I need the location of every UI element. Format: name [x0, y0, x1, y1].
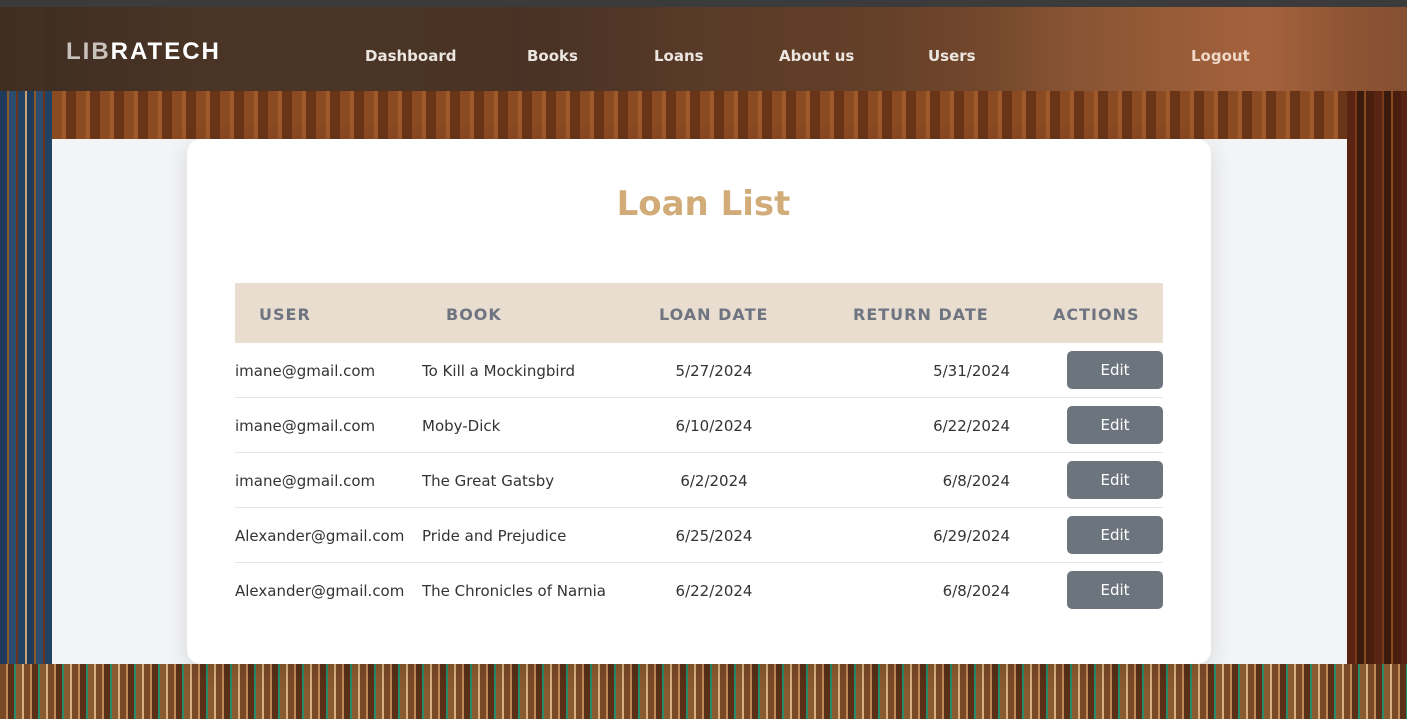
cell-loan-date: 6/2/2024 [680, 472, 748, 490]
column-header-return-date: RETURN DATE [853, 305, 989, 324]
cell-return-date: 6/22/2024 [933, 417, 1010, 435]
cell-return-date: 6/8/2024 [942, 582, 1010, 600]
cell-user: imane@gmail.com [235, 362, 376, 380]
table-row: imane@gmail.com Moby-Dick 6/10/2024 6/22… [235, 398, 1163, 453]
edit-button[interactable]: Edit [1067, 516, 1163, 554]
window-top-edge [0, 0, 1407, 7]
column-header-actions: ACTIONS [1053, 305, 1140, 324]
column-header-book: BOOK [446, 305, 502, 324]
cell-book: The Chronicles of Narnia [422, 582, 606, 600]
top-navbar: LIBRATECH Dashboard Books Loans About us… [0, 7, 1407, 91]
brand-logo-prefix: LIB [66, 38, 111, 65]
cell-book: Moby-Dick [422, 417, 501, 435]
table-row: Alexander@gmail.com The Chronicles of Na… [235, 563, 1163, 618]
nav-dashboard[interactable]: Dashboard [365, 47, 456, 65]
brand-logo[interactable]: LIBRATECH [66, 38, 221, 66]
cell-loan-date: 5/27/2024 [675, 362, 753, 380]
edit-button[interactable]: Edit [1067, 571, 1163, 609]
cell-loan-date: 6/25/2024 [675, 527, 753, 545]
background-shelf-top [52, 91, 1347, 139]
cell-user: imane@gmail.com [235, 472, 376, 490]
edit-button[interactable]: Edit [1067, 406, 1163, 444]
background-books-bottom [0, 664, 1407, 719]
cell-return-date: 6/29/2024 [933, 527, 1010, 545]
table-row: Alexander@gmail.com Pride and Prejudice … [235, 508, 1163, 563]
cell-user: Alexander@gmail.com [235, 582, 405, 600]
cell-loan-date: 6/10/2024 [675, 417, 753, 435]
nav-users[interactable]: Users [928, 47, 976, 65]
nav-about-us[interactable]: About us [779, 47, 854, 65]
cell-book: Pride and Prejudice [422, 527, 567, 545]
nav-logout[interactable]: Logout [1191, 47, 1250, 65]
table-row: imane@gmail.com To Kill a Mockingbird 5/… [235, 343, 1163, 398]
cell-return-date: 6/8/2024 [942, 472, 1010, 490]
edit-button[interactable]: Edit [1067, 461, 1163, 499]
table-header: USER BOOK LOAN DATE RETURN DATE ACTIONS [235, 283, 1163, 343]
cell-loan-date: 6/22/2024 [675, 582, 753, 600]
cell-book: To Kill a Mockingbird [422, 362, 575, 380]
cell-return-date: 5/31/2024 [933, 362, 1010, 380]
cell-book: The Great Gatsby [422, 472, 555, 490]
page-title: Loan List [616, 184, 791, 224]
column-header-loan-date: LOAN DATE [659, 305, 769, 324]
nav-books[interactable]: Books [527, 47, 578, 65]
edit-button[interactable]: Edit [1067, 351, 1163, 389]
brand-logo-suffix: RATECH [110, 38, 221, 65]
cell-user: Alexander@gmail.com [235, 527, 405, 545]
table-row: imane@gmail.com The Great Gatsby 6/2/202… [235, 453, 1163, 508]
cell-user: imane@gmail.com [235, 417, 376, 435]
nav-loans[interactable]: Loans [654, 47, 704, 65]
column-header-user: USER [259, 305, 311, 324]
